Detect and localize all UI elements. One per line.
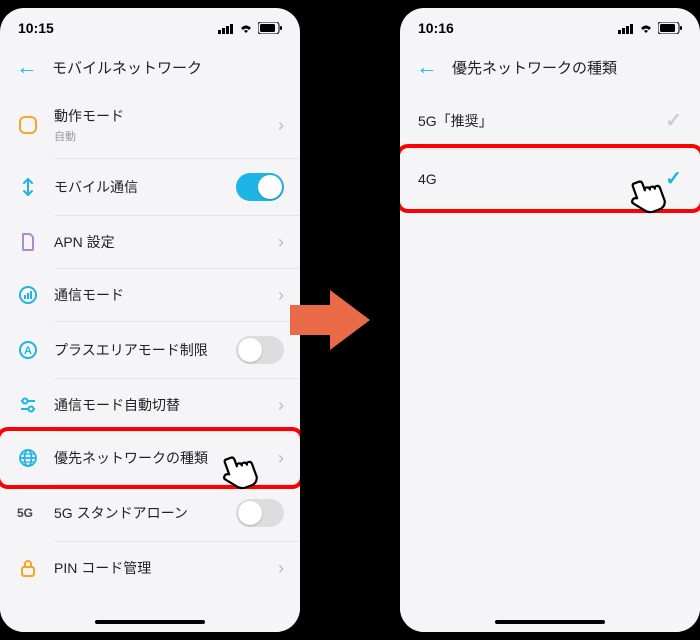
5g-icon: 5G: [16, 501, 40, 525]
signal-icon: [16, 283, 40, 307]
row-label: 優先ネットワークの種類: [54, 448, 278, 468]
back-button[interactable]: ←: [416, 54, 438, 80]
status-time: 10:15: [18, 20, 54, 36]
option-label: 4G: [418, 171, 437, 187]
signal-icon: [618, 23, 634, 34]
a-circle-icon: A: [16, 338, 40, 362]
toggle[interactable]: [236, 173, 284, 201]
check-icon: ✓: [665, 108, 682, 133]
svg-text:5G: 5G: [17, 506, 33, 520]
toggle[interactable]: [236, 336, 284, 364]
settings-row[interactable]: 通信モード自動切替›: [0, 379, 300, 431]
battery-icon: [258, 22, 282, 34]
row-label: PIN コード管理: [54, 558, 278, 578]
sim-icon: [16, 230, 40, 254]
page-header: ← モバイルネットワーク: [0, 48, 300, 92]
lock-icon: [16, 556, 40, 580]
row-label: モバイル通信: [54, 177, 236, 197]
check-icon: ✓: [665, 166, 682, 191]
settings-row[interactable]: 動作モード自動›: [0, 92, 300, 158]
chevron-right-icon: ›: [278, 395, 284, 416]
settings-row[interactable]: A プラスエリアモード制限: [0, 322, 300, 378]
chevron-right-icon: ›: [278, 115, 284, 136]
sliders-icon: [16, 393, 40, 417]
row-label: 動作モード: [54, 106, 278, 126]
options-list: 5G「推奨」 ✓ 4G ✓: [400, 92, 700, 632]
option-label: 5G「推奨」: [418, 111, 493, 131]
page-header: ← 優先ネットワークの種類: [400, 48, 700, 92]
wifi-icon: [638, 23, 654, 34]
battery-icon: [658, 22, 682, 34]
status-time: 10:16: [418, 20, 454, 36]
home-indicator[interactable]: [95, 620, 205, 624]
settings-row[interactable]: APN 設定›: [0, 216, 300, 268]
row-label: 5G スタンドアローン: [54, 503, 236, 523]
row-sublabel: 自動: [54, 128, 278, 144]
arrows-icon: [16, 175, 40, 199]
wifi-icon: [238, 23, 254, 34]
back-button[interactable]: ←: [16, 54, 38, 80]
phone-left: 10:15 ← モバイルネットワーク 動作モード自動›モバイル通信APN 設定›…: [0, 8, 300, 632]
status-bar: 10:15: [0, 8, 300, 48]
option-row[interactable]: 5G「推奨」 ✓: [400, 92, 700, 149]
row-label: APN 設定: [54, 232, 278, 252]
highlight-box: [400, 144, 700, 213]
signal-icon: [218, 23, 234, 34]
chevron-right-icon: ›: [278, 448, 284, 469]
settings-row[interactable]: PIN コード管理›: [0, 542, 300, 594]
status-icons: [218, 22, 282, 34]
settings-row[interactable]: 5G 5G スタンドアローン: [0, 485, 300, 541]
settings-row[interactable]: 優先ネットワークの種類›: [0, 432, 300, 484]
settings-row[interactable]: モバイル通信: [0, 159, 300, 215]
squircle-icon: [16, 113, 40, 137]
settings-list: 動作モード自動›モバイル通信APN 設定›通信モード›Aプラスエリアモード制限通…: [0, 92, 300, 632]
svg-text:A: A: [24, 345, 32, 357]
row-label: プラスエリアモード制限: [54, 340, 236, 360]
settings-row[interactable]: 通信モード›: [0, 269, 300, 321]
status-icons: [618, 22, 682, 34]
page-title: 優先ネットワークの種類: [452, 57, 617, 78]
chevron-right-icon: ›: [278, 232, 284, 253]
home-indicator[interactable]: [495, 620, 605, 624]
toggle[interactable]: [236, 499, 284, 527]
row-label: 通信モード自動切替: [54, 395, 278, 415]
arrow-icon: [330, 290, 370, 350]
phone-right: 10:16 ← 優先ネットワークの種類 5G「推奨」 ✓ 4G ✓: [400, 8, 700, 632]
chevron-right-icon: ›: [278, 558, 284, 579]
row-label: 通信モード: [54, 285, 278, 305]
page-title: モバイルネットワーク: [52, 57, 202, 78]
status-bar: 10:16: [400, 8, 700, 48]
chevron-right-icon: ›: [278, 285, 284, 306]
option-row[interactable]: 4G ✓: [400, 150, 700, 207]
globe-icon: [16, 446, 40, 470]
